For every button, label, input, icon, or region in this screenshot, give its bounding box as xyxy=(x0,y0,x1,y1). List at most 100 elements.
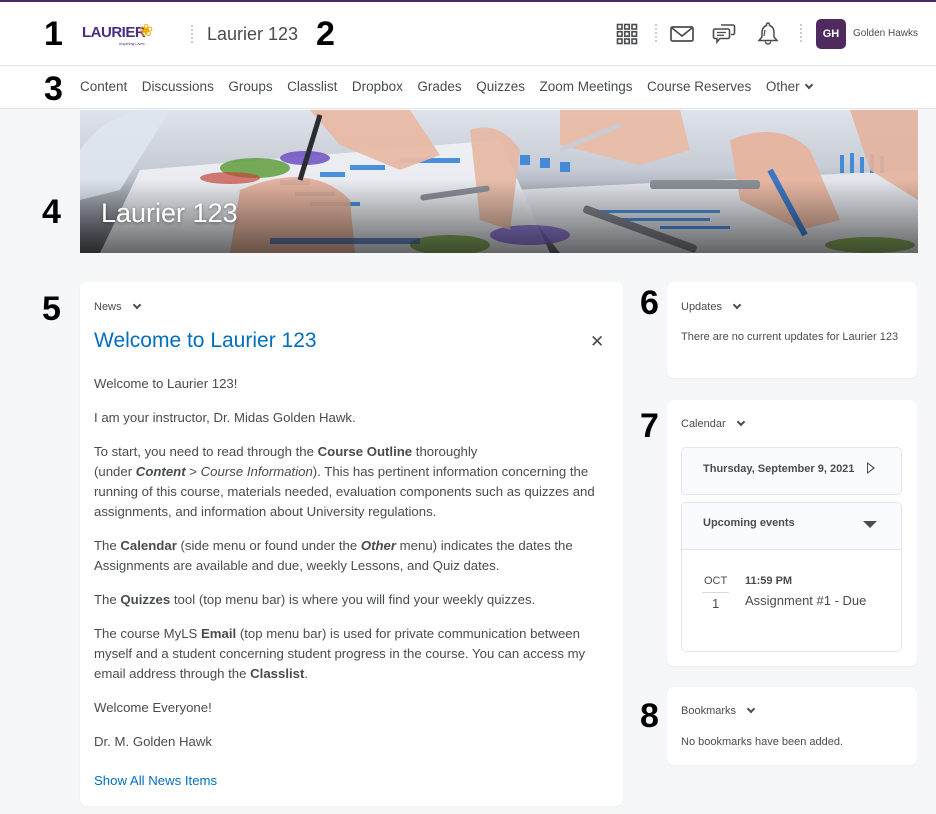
bookmarks-widget-header[interactable]: Bookmarks xyxy=(681,704,756,717)
app-grid-icon xyxy=(616,23,638,45)
upcoming-events-panel: Upcoming events OCT 1 11:59 PM Assignmen… xyxy=(681,502,902,652)
annotation-marker: 4 xyxy=(42,193,61,231)
text: The xyxy=(94,538,121,553)
chevron-down-icon xyxy=(732,300,742,310)
news-widget-label: News xyxy=(94,301,122,313)
news-paragraph: Dr. M. Golden Hawk xyxy=(94,734,212,749)
event-title[interactable]: Assignment #1 - Due xyxy=(745,593,866,608)
bookmarks-widget-label: Bookmarks xyxy=(681,705,737,717)
italic-text: Course Information xyxy=(200,464,313,479)
chevron-down-icon xyxy=(746,704,756,714)
nav-item-discussions[interactable]: Discussions xyxy=(142,79,214,94)
nav-item-other-label: Other xyxy=(765,79,800,94)
text: The xyxy=(94,592,121,607)
mail-button[interactable] xyxy=(668,20,696,48)
updates-message: There are no current updates for Laurier… xyxy=(681,331,899,343)
current-date: Thursday, September 9, 2021 xyxy=(703,463,855,475)
annotation-marker: 7 xyxy=(640,407,659,445)
course-title[interactable]: Laurier 123 xyxy=(207,24,298,45)
divider xyxy=(800,24,802,42)
calendar-date-selector[interactable]: Thursday, September 9, 2021 xyxy=(681,447,902,495)
laurier-logo[interactable]: LAURIER ❀ Inspiring Lives. xyxy=(82,22,162,48)
chevron-down-icon xyxy=(804,80,813,90)
annotation-marker: 1 xyxy=(44,15,63,53)
next-day-icon[interactable] xyxy=(867,462,875,474)
close-icon[interactable]: ✕ xyxy=(590,332,604,352)
logo-text: LAURIER xyxy=(82,24,146,41)
header-bar: 1 LAURIER ❀ Inspiring Lives. Laurier 123… xyxy=(0,2,936,66)
text: tool (top menu bar) is where you will fi… xyxy=(170,592,536,607)
news-paragraph: The course MyLS Email (top menu bar) is … xyxy=(94,624,614,684)
news-paragraph: I am your instructor, Dr. Midas Golden H… xyxy=(94,410,356,425)
bold-italic-text: Other xyxy=(360,538,397,553)
chevron-down-icon xyxy=(736,417,745,427)
text: The course MyLS xyxy=(94,626,202,641)
annotation-marker: 2 xyxy=(316,15,335,53)
text: thoroughly xyxy=(412,444,478,459)
maple-leaf-icon: ❀ xyxy=(139,21,154,40)
news-paragraph: To start, you need to read through the C… xyxy=(94,442,614,522)
calendar-widget: Calendar Thursday, September 9, 2021 Upc… xyxy=(667,400,917,666)
annotation-marker: 3 xyxy=(44,70,63,108)
text: . xyxy=(304,666,309,681)
news-paragraph: The Calendar (side menu or found under t… xyxy=(94,536,614,576)
news-paragraph: Welcome to Laurier 123! xyxy=(94,376,238,391)
nav-item-groups[interactable]: Groups xyxy=(228,79,272,94)
nav-item-classlist[interactable]: Classlist xyxy=(287,79,337,94)
news-widget: News Welcome to Laurier 123 ✕ Welcome to… xyxy=(80,282,623,806)
nav-item-zoom-meetings[interactable]: Zoom Meetings xyxy=(539,79,632,94)
text: To start, you need to read through the xyxy=(94,444,318,459)
chat-icon xyxy=(712,24,736,45)
nav-item-content[interactable]: Content xyxy=(80,79,127,94)
bold-text: Classlist xyxy=(250,666,305,681)
news-item-body: Welcome to Laurier 123! I am your instru… xyxy=(94,374,614,766)
calendar-widget-label: Calendar xyxy=(681,418,726,430)
news-widget-header[interactable]: News xyxy=(94,300,141,313)
bold-text: Calendar xyxy=(120,538,177,553)
annotation-marker: 6 xyxy=(640,284,659,322)
bold-text: Quizzes xyxy=(120,592,171,607)
upcoming-events-label: Upcoming events xyxy=(703,517,795,529)
nav-item-dropbox[interactable]: Dropbox xyxy=(352,79,403,94)
banner-title: Laurier 123 xyxy=(101,198,238,228)
news-paragraph: Welcome Everyone! xyxy=(94,700,212,715)
mail-icon xyxy=(670,26,694,42)
chevron-down-icon xyxy=(132,300,141,310)
avatar[interactable]: GH xyxy=(816,19,846,49)
updates-widget-header[interactable]: Updates xyxy=(681,300,742,313)
news-item-title[interactable]: Welcome to Laurier 123 xyxy=(94,329,317,353)
nav-item-grades[interactable]: Grades xyxy=(417,79,461,94)
news-paragraph: The Quizzes tool (top menu bar) is where… xyxy=(94,590,614,610)
annotation-marker: 5 xyxy=(42,290,61,328)
divider xyxy=(655,24,657,42)
app-grid-button[interactable] xyxy=(613,20,641,48)
event-month: OCT xyxy=(704,575,728,587)
caret-down-icon xyxy=(863,521,877,528)
annotation-marker: 8 xyxy=(640,697,659,735)
updates-widget: Updates There are no current updates for… xyxy=(667,282,917,378)
nav-item-course-reserves[interactable]: Course Reserves xyxy=(647,79,751,94)
nav-items: Content Discussions Groups Classlist Dro… xyxy=(80,79,826,94)
bold-text: Course Outline xyxy=(317,444,413,459)
upcoming-events-header[interactable]: Upcoming events xyxy=(682,503,901,550)
event-day: 1 xyxy=(712,596,720,611)
bookmarks-message: No bookmarks have been added. xyxy=(681,736,844,748)
text: > xyxy=(185,464,201,479)
bookmarks-widget: Bookmarks No bookmarks have been added. xyxy=(667,687,917,765)
updates-widget-label: Updates xyxy=(681,301,722,313)
text: (under xyxy=(94,464,136,479)
nav-item-other[interactable]: Other xyxy=(765,79,813,94)
event-time: 11:59 PM xyxy=(745,575,793,587)
course-navbar: 3 Content Discussions Groups Classlist D… xyxy=(0,67,936,109)
chat-button[interactable] xyxy=(710,19,738,47)
bold-text: Email xyxy=(201,626,237,641)
text: (side menu or found under the xyxy=(176,538,361,553)
calendar-widget-header[interactable]: Calendar xyxy=(681,417,745,430)
user-name[interactable]: Golden Hawks xyxy=(853,28,918,39)
divider xyxy=(191,25,193,43)
nav-item-quizzes[interactable]: Quizzes xyxy=(476,79,525,94)
show-all-news-link[interactable]: Show All News Items xyxy=(94,773,217,788)
notifications-button[interactable] xyxy=(754,19,782,47)
bell-icon xyxy=(757,22,779,45)
banner-illustration xyxy=(80,110,918,253)
